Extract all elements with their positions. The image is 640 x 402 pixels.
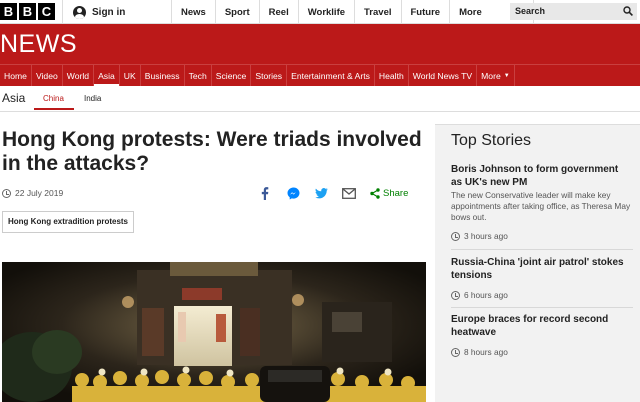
top-story-time-label: 3 hours ago [464, 231, 508, 241]
logo-letter: C [38, 3, 55, 20]
hero-photo [2, 262, 426, 402]
top-story-headline[interactable]: Russia-China 'joint air patrol' stokes t… [451, 256, 631, 282]
top-story-headline[interactable]: Boris Johnson to form government as UK's… [451, 163, 631, 189]
article-date: 22 July 2019 [2, 188, 63, 198]
story-divider [451, 249, 633, 250]
top-nav: News Sport Reel Worklife Travel Future M… [172, 0, 535, 24]
top-story-time-label: 8 hours ago [464, 347, 508, 357]
news-nav-health[interactable]: Health [375, 65, 409, 86]
email-icon[interactable] [342, 186, 356, 200]
news-nav-home[interactable]: Home [0, 65, 32, 86]
share-button[interactable]: Share [383, 188, 408, 199]
section-title[interactable]: Asia [2, 91, 25, 105]
top-story[interactable]: Russia-China 'joint air patrol' stokes t… [451, 256, 633, 308]
top-nav-more-label: More [459, 6, 482, 18]
top-nav-travel[interactable]: Travel [355, 0, 402, 24]
clock-icon [451, 347, 460, 357]
news-nav-business[interactable]: Business [141, 65, 185, 86]
top-story-time: 8 hours ago [451, 347, 631, 357]
active-tab-indicator [34, 108, 74, 110]
clock-icon [451, 290, 460, 300]
news-nav-world-news-tv[interactable]: World News TV [409, 65, 478, 86]
search-placeholder: Search [515, 6, 546, 16]
news-title[interactable]: NEWS [0, 30, 77, 59]
topic-tag[interactable]: Hong Kong extradition protests [2, 211, 134, 233]
user-icon [73, 5, 86, 19]
news-nav-stories[interactable]: Stories [251, 65, 288, 86]
news-nav-more-label: More [481, 70, 501, 81]
top-nav-reel[interactable]: Reel [260, 0, 299, 24]
bbc-logo[interactable]: B B C [0, 3, 55, 20]
messenger-icon[interactable] [286, 186, 300, 200]
top-story-headline[interactable]: Europe braces for record second heatwave [451, 313, 631, 339]
news-nav-tech[interactable]: Tech [185, 65, 212, 86]
sign-in-label: Sign in [92, 6, 126, 18]
news-nav-video[interactable]: Video [32, 65, 63, 86]
share-tools: Share [258, 186, 408, 200]
logo-letter: B [19, 3, 36, 20]
top-story-time: 6 hours ago [451, 290, 631, 300]
subnav-item-china[interactable]: China [43, 94, 64, 103]
news-nav-uk[interactable]: UK [120, 65, 141, 86]
news-nav-science[interactable]: Science [212, 65, 252, 86]
share-icon[interactable] [370, 186, 380, 200]
top-nav-future[interactable]: Future [402, 0, 451, 24]
top-story-summary: The new Conservative leader will make ke… [451, 190, 631, 222]
article-date-label: 22 July 2019 [15, 188, 64, 198]
news-nav-world[interactable]: World [63, 65, 95, 86]
top-nav-sport[interactable]: Sport [216, 0, 260, 24]
chevron-down-icon: ▼ [503, 72, 510, 79]
news-nav-entertainment[interactable]: Entertainment & Arts [287, 65, 375, 86]
article-headline: Hong Kong protests: Were triads involved… [2, 128, 422, 175]
top-story-time: 3 hours ago [451, 231, 631, 241]
search-input[interactable]: Search [510, 3, 637, 20]
clock-icon [2, 188, 11, 198]
clock-icon [451, 231, 460, 241]
top-story-time-label: 6 hours ago [464, 290, 508, 300]
sign-in-link[interactable]: Sign in [62, 0, 172, 24]
top-stories-panel: Top Stories Boris Johnson to form govern… [435, 124, 640, 402]
article-hero-image [2, 262, 426, 402]
top-nav-worklife[interactable]: Worklife [299, 0, 356, 24]
news-nav: Home Video World Asia UK Business Tech S… [0, 64, 640, 86]
news-nav-more[interactable]: More ▼ [477, 65, 515, 86]
news-nav-asia[interactable]: Asia [94, 65, 120, 86]
subnav-item-india[interactable]: India [84, 94, 101, 103]
twitter-icon[interactable] [314, 186, 328, 200]
search-icon[interactable] [623, 6, 633, 16]
logo-letter: B [0, 3, 17, 20]
story-divider [451, 307, 633, 308]
secondary-nav: Asia China India [0, 86, 640, 112]
news-header: NEWS Home Video World Asia UK Business T… [0, 24, 640, 86]
bbc-top-bar: B B C Sign in News Sport Reel Worklife T… [0, 0, 640, 24]
facebook-icon[interactable] [258, 186, 272, 200]
top-story[interactable]: Europe braces for record second heatwave… [451, 313, 631, 357]
top-story[interactable]: Boris Johnson to form government as UK's… [451, 163, 633, 250]
top-nav-news[interactable]: News [172, 0, 216, 24]
top-stories-title: Top Stories [451, 132, 532, 149]
